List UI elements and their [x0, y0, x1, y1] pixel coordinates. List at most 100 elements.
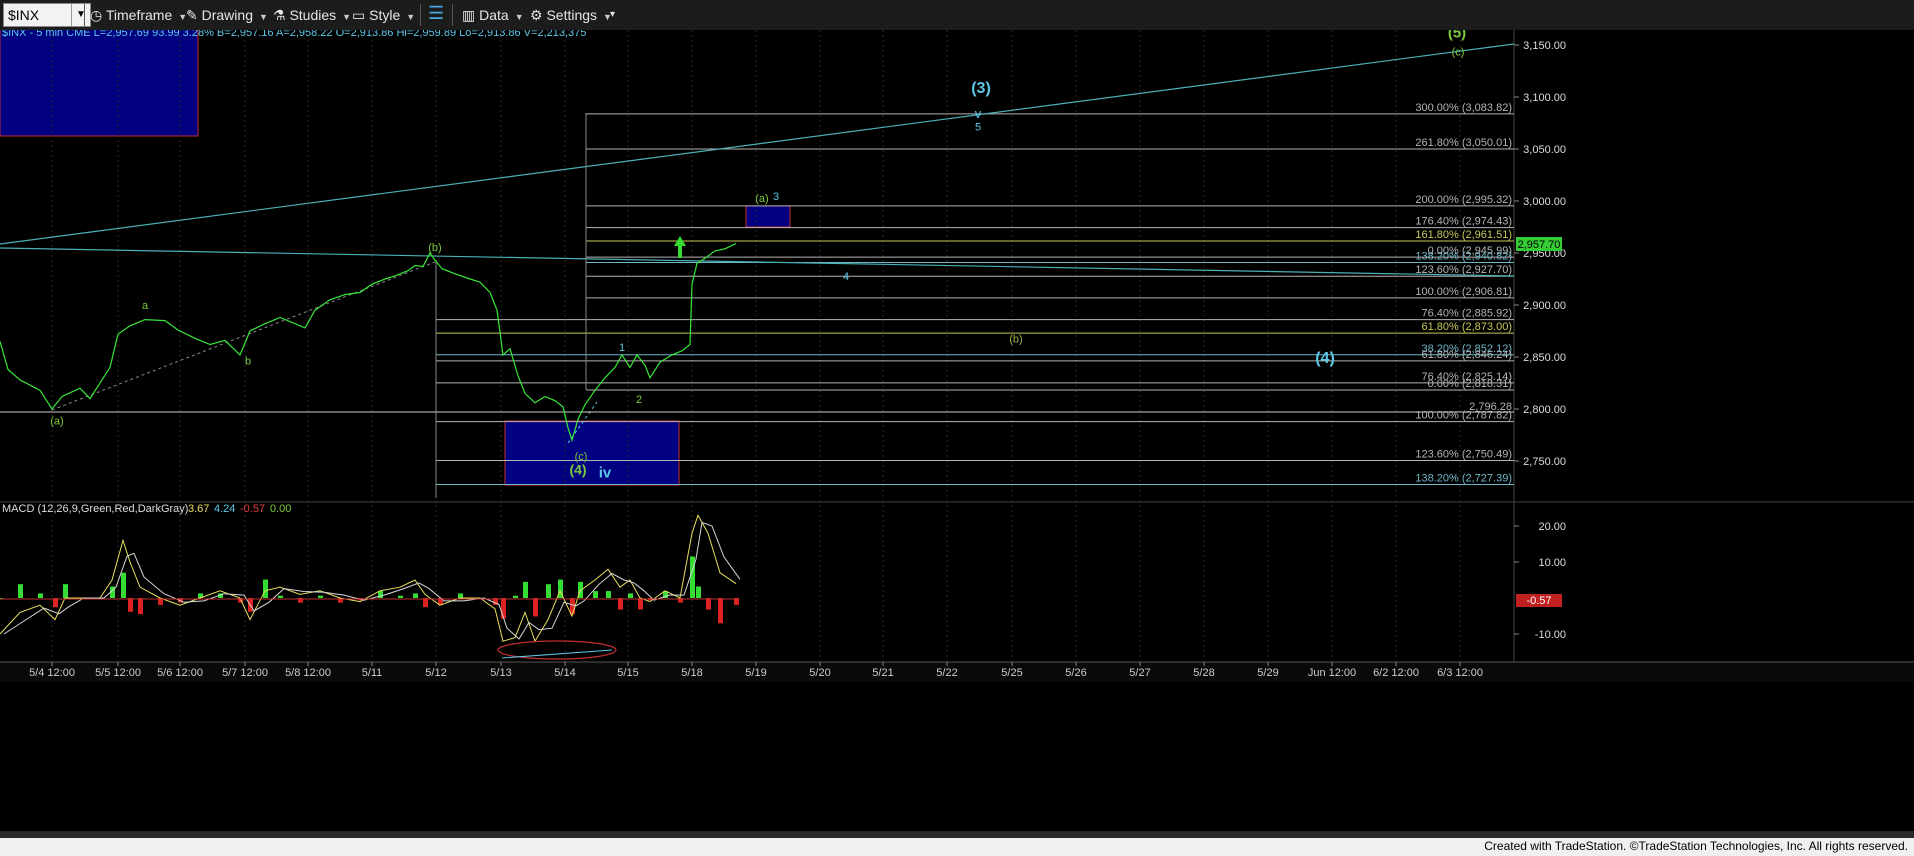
timeframe-menu[interactable]: ◷ Timeframe ▼: [90, 5, 187, 25]
timeframe-label: Timeframe: [105, 7, 173, 23]
fib-label: 138.20% (2,727.39): [1415, 473, 1512, 485]
data-menu[interactable]: ▥ Data ▼: [462, 5, 524, 25]
macd-bar: [618, 598, 623, 610]
date-tick-label: 5/19: [745, 667, 766, 679]
toolbar-separator: [84, 4, 85, 26]
wave-label: 1: [619, 342, 625, 354]
chevron-down-icon[interactable]: ▼: [71, 4, 90, 26]
date-tick-label: 6/3 12:00: [1437, 667, 1483, 679]
horizontal-scrollbar[interactable]: [0, 831, 1914, 838]
drawing-menu[interactable]: ✎ Drawing ▼: [186, 5, 268, 25]
style-label: Style: [369, 7, 401, 23]
target-box-upper-left[interactable]: [0, 30, 199, 137]
wave-label: (a): [755, 193, 768, 205]
macd-bar: [278, 595, 283, 598]
settings-menu[interactable]: ⚙ Settings ▼: [530, 5, 612, 25]
wave-label: b: [245, 355, 251, 367]
macd-last-tag: -0.57: [1516, 594, 1562, 607]
macd-bar: [38, 593, 43, 598]
chevron-down-icon: ▼: [406, 12, 416, 22]
date-tick-label: 6/2 12:00: [1373, 667, 1419, 679]
macd-bar: [638, 598, 643, 610]
macd-bar: [718, 598, 723, 624]
macd-bar: [606, 591, 611, 598]
date-tick-label: 5/6 12:00: [157, 667, 203, 679]
clock-icon: ◷: [90, 7, 103, 23]
price-tick-label: 3,150.00: [1523, 40, 1566, 52]
toolbar-separator: [420, 4, 421, 26]
fib-label: 61.80% (2,846.24): [1421, 349, 1512, 361]
studies-menu[interactable]: ⚗ Studies ▼: [273, 5, 351, 25]
gear-icon: ⚙: [530, 7, 543, 23]
macd-bar: [570, 598, 575, 615]
settings-label: Settings: [546, 7, 598, 23]
date-tick-label: 5/7 12:00: [222, 667, 268, 679]
macd-bar: [398, 595, 403, 598]
fib-label: 100.00% (2,906.81): [1415, 286, 1512, 298]
macd-bar: [413, 593, 418, 598]
price-tick-label: 3,100.00: [1523, 92, 1566, 104]
symbol-selector[interactable]: $INX ▼: [3, 3, 91, 27]
fib-label: 123.60% (2,750.49): [1415, 448, 1512, 460]
macd-legend: MACD (12,26,9,Green,Red,DarkGray) 3.67 4…: [2, 503, 291, 515]
chevron-down-icon: ▼: [514, 12, 524, 22]
price-tick-label: 3,000.00: [1523, 196, 1566, 208]
target-box-wave-a[interactable]: [745, 205, 791, 228]
macd-bar: [690, 556, 695, 598]
signal-value: 4.24: [214, 503, 235, 515]
date-tick-label: 5/13: [490, 667, 511, 679]
wave-label: (5): [1448, 30, 1466, 42]
date-tick-label: Jun 12:00: [1308, 667, 1356, 679]
fib-label: 76.40% (2,885.92): [1421, 308, 1512, 320]
style-icon: ▭: [352, 7, 366, 23]
date-tick-label: 5/8 12:00: [285, 667, 331, 679]
price-tick-label: 2,800.00: [1523, 404, 1566, 416]
date-tick-label: 5/28: [1193, 667, 1214, 679]
fib-label: 161.80% (2,961.51): [1415, 229, 1512, 241]
macd-bar: [63, 584, 68, 598]
date-tick-label: 5/29: [1257, 667, 1278, 679]
macd-bar: [546, 584, 551, 598]
wave-label: (4): [569, 462, 586, 478]
wave-label: a: [142, 300, 149, 312]
style-menu[interactable]: ▭ Style ▼: [352, 5, 415, 25]
date-tick-label: 5/25: [1001, 667, 1022, 679]
toolbar-separator: [452, 4, 453, 26]
macd-last-label: -0.57: [1526, 595, 1551, 607]
date-tick-label: 5/11: [362, 667, 383, 679]
studies-label: Studies: [289, 7, 337, 23]
data-label: Data: [479, 7, 509, 23]
macd-bar: [458, 593, 463, 598]
date-tick-label: 5/12: [425, 667, 446, 679]
drawing-label: Drawing: [201, 7, 253, 23]
wave-label: 3: [773, 191, 779, 203]
wave-label: (a): [50, 416, 63, 428]
date-tick-label: 5/4 12:00: [29, 667, 75, 679]
macd-bar: [318, 595, 323, 598]
symbol-text: $INX: [8, 7, 40, 23]
macd-bar: [513, 595, 518, 598]
macd-bar: [263, 579, 268, 598]
macd-title: MACD (12,26,9,Green,Red,DarkGray): [2, 503, 188, 515]
chart-layout-icon[interactable]: ☰: [428, 3, 444, 23]
macd-value: 3.67: [188, 503, 209, 515]
macd-bar: [593, 591, 598, 598]
pencil-icon: ✎: [186, 7, 198, 23]
price-tick-label: 2,900.00: [1523, 300, 1566, 312]
macd-bar: [138, 598, 143, 615]
chart-canvas[interactable]: 300.00% (3,083.82) 261.80% (3,050.01) 200.…: [0, 30, 1914, 831]
macd-bar: [501, 598, 506, 619]
fib-label: 61.80% (2,873.00): [1421, 321, 1512, 333]
date-tick-label: 5/14: [554, 667, 575, 679]
date-tick-label: 5/26: [1065, 667, 1086, 679]
overflow-chevron-icon[interactable]: ▾: [610, 5, 615, 25]
price-tick-label: 2,850.00: [1523, 352, 1566, 364]
fib-label: 261.80% (3,050.01): [1415, 137, 1512, 149]
macd-bar: [523, 581, 528, 598]
target-box-wave-4[interactable]: [504, 420, 680, 486]
fib-label: 176.40% (2,974.43): [1415, 216, 1512, 228]
wave-label: 4: [843, 271, 849, 283]
chart-header: $INX - 5 min CME L=2,957.69 93.99 3.28% …: [2, 30, 586, 39]
macd-bar: [121, 572, 126, 598]
macd-bar: [378, 591, 383, 598]
